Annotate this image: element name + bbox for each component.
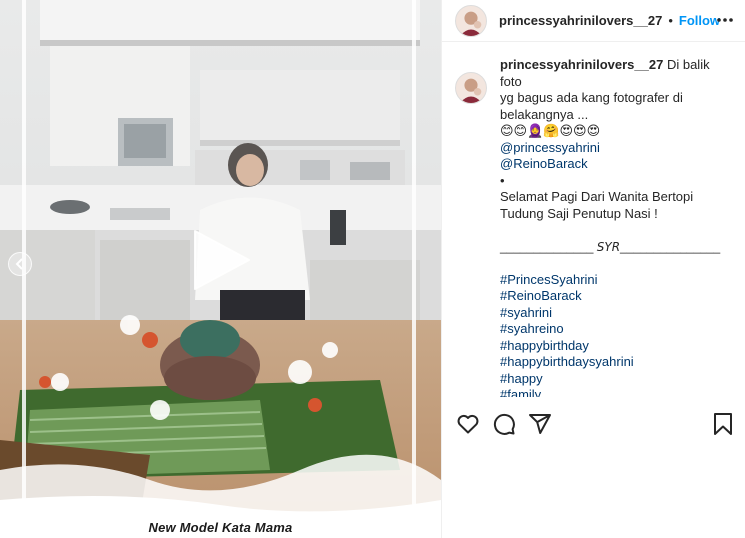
- hashtag-link[interactable]: #family: [500, 387, 730, 397]
- avatar-image: [456, 5, 486, 36]
- play-button[interactable]: [191, 229, 251, 291]
- save-bookmark-icon: [714, 413, 732, 435]
- caption-bullet: •: [500, 172, 505, 188]
- hashtag-link[interactable]: #PrincesSyahrini: [500, 272, 730, 289]
- caption-text: princessyahrinilovers__27 Di balik foto …: [500, 57, 730, 397]
- avatar[interactable]: [455, 4, 487, 37]
- chevron-left-icon: [15, 258, 23, 270]
- comment-icon: [493, 413, 515, 435]
- video-overlay-caption: New Model Kata Mama: [148, 520, 293, 535]
- hashtag-link[interactable]: #ReinoBarack: [500, 288, 730, 305]
- comment-button[interactable]: [492, 412, 516, 436]
- post-actions-bar: [442, 412, 745, 440]
- hashtag-link[interactable]: #happybirthday: [500, 338, 730, 355]
- avatar-image: [456, 73, 486, 103]
- caption-first-line: princessyahrinilovers__27 Di balik foto: [500, 57, 710, 89]
- hashtag-link[interactable]: #happy: [500, 371, 730, 388]
- caption-line: belakangnya ...: [500, 106, 589, 122]
- post-author-username[interactable]: princessyahrinilovers__27: [499, 13, 662, 28]
- like-heart-icon: [457, 414, 479, 434]
- save-button[interactable]: [711, 412, 735, 436]
- caption-signature: ______________ 𝘚𝘠𝘙_______________: [500, 239, 721, 254]
- post-header: princessyahrinilovers__27 • Follow: [442, 0, 745, 42]
- share-button[interactable]: [528, 412, 552, 436]
- mention-link[interactable]: @ReinoBarack: [500, 156, 730, 173]
- hashtag-link[interactable]: #syahrini: [500, 305, 730, 322]
- hashtag-link[interactable]: #happybirthdaysyahrini: [500, 354, 730, 371]
- play-icon: [194, 230, 250, 290]
- caption-avatar[interactable]: [455, 72, 487, 104]
- mention-link[interactable]: @princessyahrini: [500, 140, 730, 157]
- caption-emojis: 😊😊🧕🤗😍😍😍: [500, 123, 601, 138]
- post-caption: princessyahrinilovers__27 Di balik foto …: [455, 57, 733, 397]
- post-media[interactable]: New Model Kata Mama: [0, 0, 441, 538]
- hashtag-link[interactable]: #syahreino: [500, 321, 730, 338]
- header-separator: •: [668, 13, 673, 28]
- more-options-icon[interactable]: [715, 13, 735, 27]
- like-button[interactable]: [456, 412, 480, 436]
- post-side-panel: princessyahrinilovers__27 • Follow princ…: [441, 0, 745, 538]
- caption-line: yg bagus ada kang fotografer di: [500, 90, 683, 105]
- caption-greeting: Selamat Pagi Dari Wanita Bertopi Tudung …: [500, 189, 694, 221]
- follow-button[interactable]: Follow: [679, 13, 720, 28]
- comments-section[interactable]: princessyahrinilovers__27 Di balik foto …: [455, 57, 733, 397]
- previous-media-button[interactable]: [8, 252, 32, 276]
- share-icon: [529, 414, 551, 434]
- caption-username[interactable]: princessyahrinilovers__27: [500, 57, 663, 72]
